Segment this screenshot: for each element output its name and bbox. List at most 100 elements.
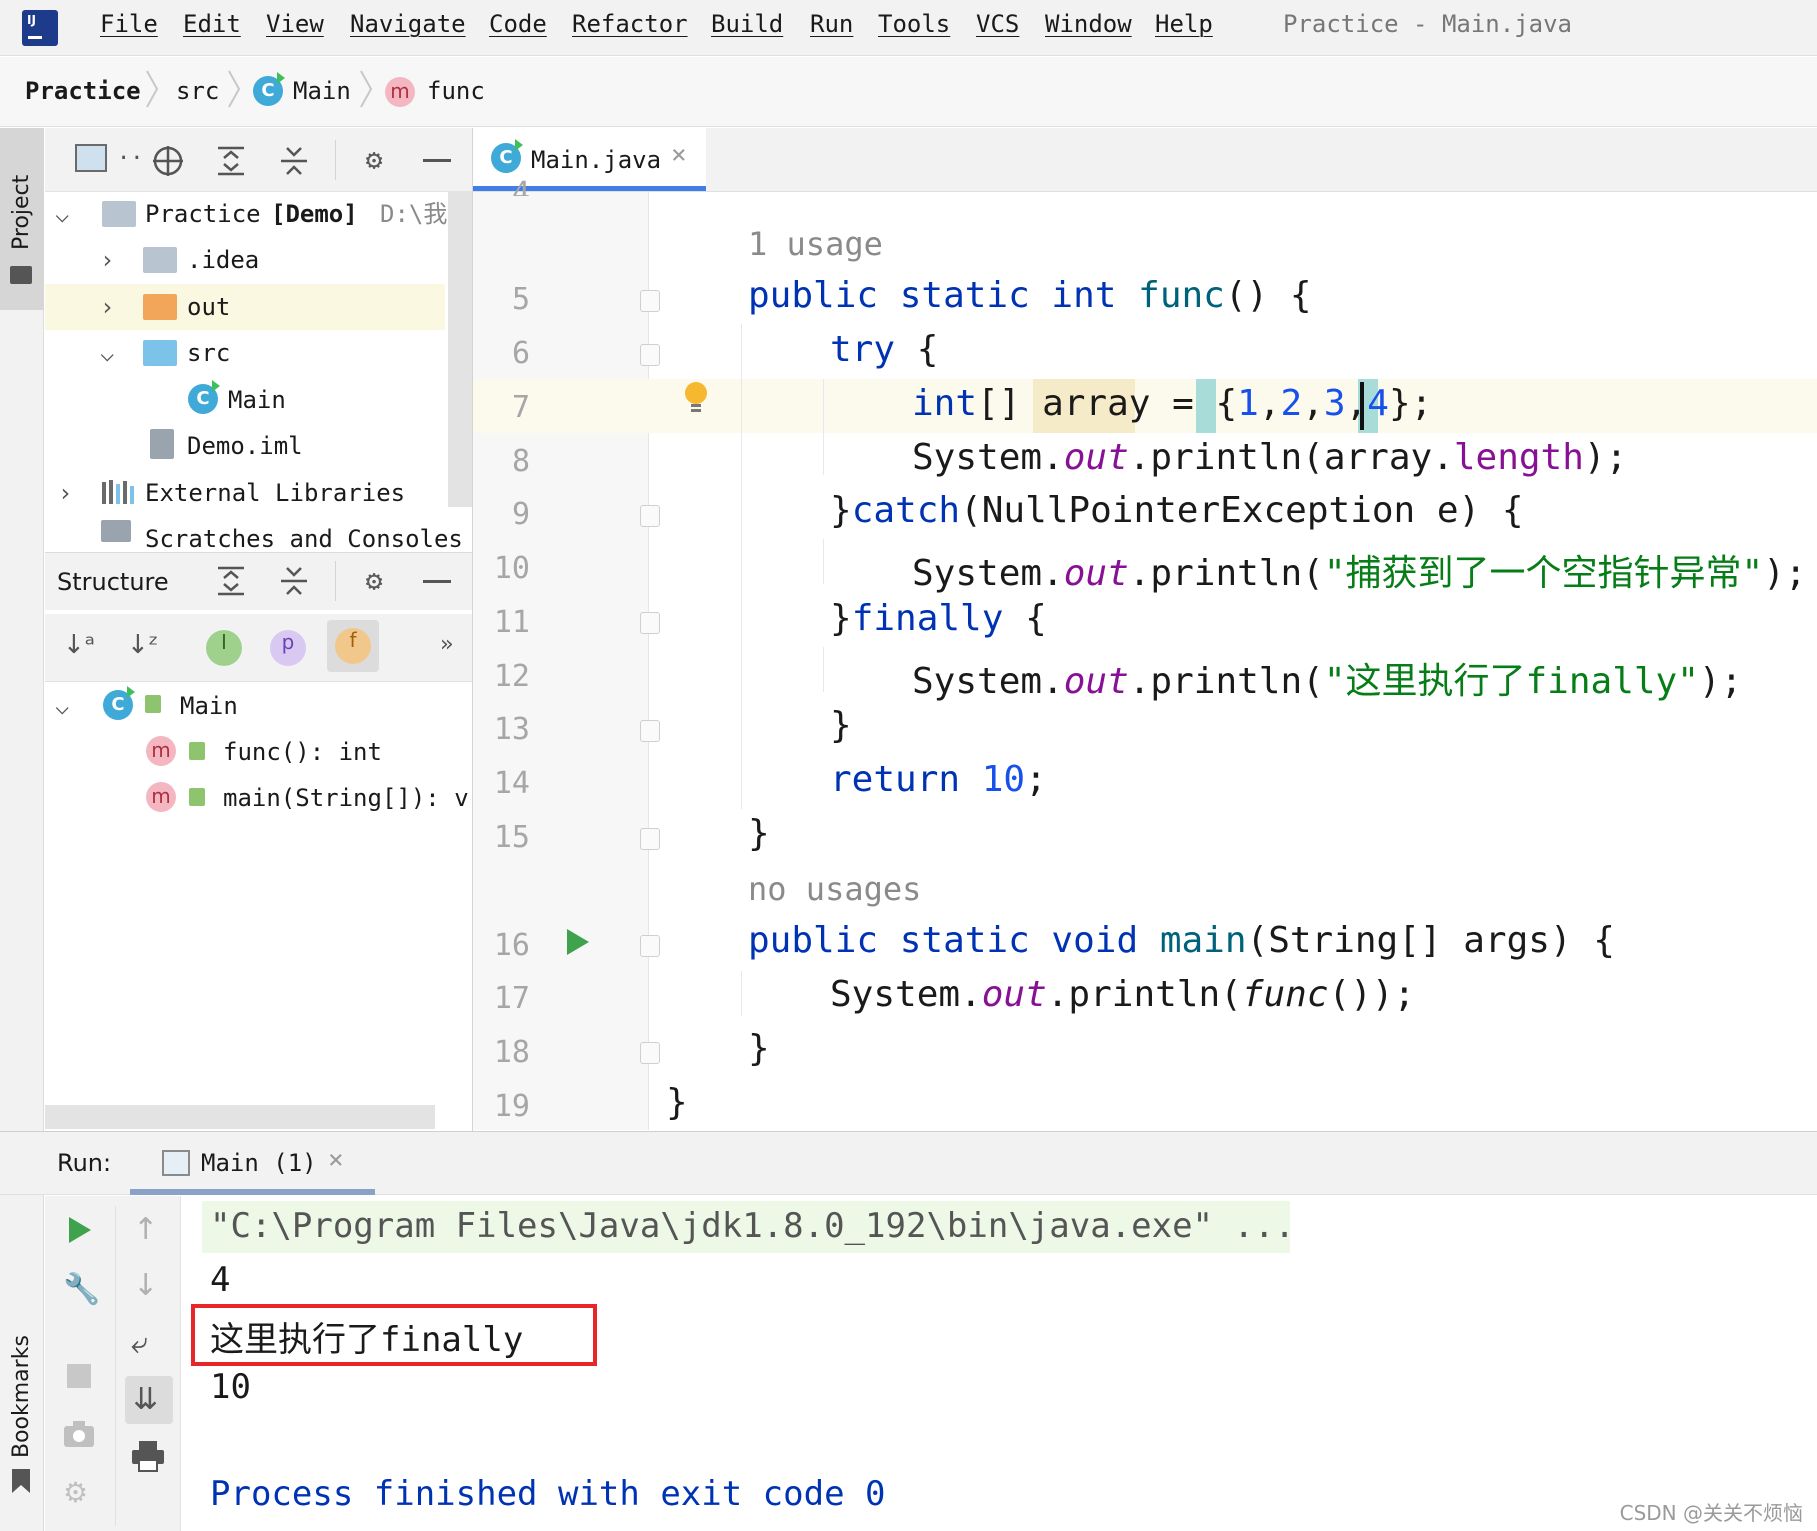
token-text: () { xyxy=(1224,275,1312,316)
project-tool-tab[interactable]: Project xyxy=(0,128,44,310)
tab-close-icon[interactable]: × xyxy=(671,140,687,170)
token-text: .println( xyxy=(1046,974,1242,1015)
tree-item-external-libraries[interactable]: External Libraries xyxy=(145,470,405,516)
structure-root-main[interactable]: Main xyxy=(180,683,238,729)
token-number: 4 xyxy=(1367,383,1389,424)
menu-vcs[interactable]: VCS xyxy=(976,10,1019,38)
chevron-down-icon[interactable]: ⌵ xyxy=(100,330,114,376)
more-chevron-icon[interactable]: » xyxy=(440,632,453,657)
collapse-all-icon[interactable] xyxy=(279,564,309,598)
tree-root-name[interactable]: Practice xyxy=(145,191,261,237)
breadcrumb-project[interactable]: Practice xyxy=(25,77,141,105)
hide-panel-icon[interactable] xyxy=(423,580,451,583)
fold-marker-icon[interactable] xyxy=(640,720,660,742)
run-tab-label[interactable]: Main (1) xyxy=(201,1149,317,1177)
intellij-logo-icon[interactable]: IJ xyxy=(22,10,58,46)
fold-marker-icon[interactable] xyxy=(640,290,660,312)
bookmarks-tool-tab[interactable]: Bookmarks xyxy=(0,1320,44,1500)
up-arrow-icon[interactable]: ↑ xyxy=(133,1212,158,1247)
chevron-right-icon[interactable]: › xyxy=(100,237,114,283)
show-fields-icon[interactable]: f xyxy=(335,628,371,664)
token-text: ); xyxy=(1583,437,1628,478)
token-number: 10 xyxy=(981,759,1026,800)
soft-wrap-icon[interactable]: ⤶ xyxy=(131,1326,148,1361)
menu-code[interactable]: Code xyxy=(489,10,547,38)
show-properties-icon[interactable]: p xyxy=(270,630,306,666)
view-mode-icon[interactable] xyxy=(75,144,107,172)
method-icon: m xyxy=(385,77,415,107)
fold-marker-icon[interactable] xyxy=(640,828,660,850)
chevron-down-icon[interactable]: ⌵ xyxy=(55,683,69,729)
fold-marker-icon[interactable] xyxy=(640,505,660,527)
token-text: ()); xyxy=(1328,974,1416,1015)
menu-build[interactable]: Build xyxy=(711,10,783,38)
structure-scrollbar[interactable] xyxy=(45,1105,435,1129)
rerun-icon[interactable] xyxy=(67,1216,93,1244)
menu-window[interactable]: Window xyxy=(1045,10,1132,38)
code-line-8: System.out.println(array.length); xyxy=(912,437,1627,478)
tree-item-out[interactable]: out xyxy=(187,284,230,330)
print-icon[interactable] xyxy=(131,1440,165,1472)
wrench-icon[interactable]: 🔧 xyxy=(63,1272,100,1307)
fold-marker-icon[interactable] xyxy=(640,935,660,957)
expand-all-icon[interactable] xyxy=(216,144,246,178)
expand-all-icon[interactable] xyxy=(216,564,246,598)
bookmark-icon xyxy=(12,1469,30,1493)
tree-item-practice[interactable]: ⌵ xyxy=(55,191,69,237)
menu-tools[interactable]: Tools xyxy=(878,10,950,38)
camera-icon[interactable] xyxy=(63,1420,95,1448)
run-tab-close-icon[interactable]: × xyxy=(328,1145,344,1175)
chevron-right-icon[interactable]: › xyxy=(58,470,72,516)
hide-panel-icon[interactable] xyxy=(423,159,451,162)
collapse-all-icon[interactable] xyxy=(279,144,309,178)
line-number: 13 xyxy=(493,712,530,747)
breadcrumb-src[interactable]: src xyxy=(176,77,219,105)
settings-gear-icon[interactable]: ⚙ xyxy=(354,561,394,601)
token-text: ); xyxy=(1763,553,1807,594)
menu-file[interactable]: File xyxy=(100,10,158,38)
fold-marker-icon[interactable] xyxy=(640,612,660,634)
stop-icon[interactable] xyxy=(67,1364,91,1388)
breadcrumb-method[interactable]: func xyxy=(427,77,485,105)
line-number: 11 xyxy=(493,605,530,640)
locate-icon[interactable] xyxy=(151,144,185,178)
run-tab-underline xyxy=(130,1189,375,1195)
sort-by-visibility-icon[interactable]: ↓ᵃ xyxy=(63,630,95,660)
bookmarks-tab-label: Bookmarks xyxy=(9,1335,34,1458)
menu-refactor[interactable]: Refactor xyxy=(572,10,688,38)
code-line-11: }finally { xyxy=(830,598,1047,639)
menu-help[interactable]: Help xyxy=(1155,10,1213,38)
menu-view[interactable]: View xyxy=(266,10,324,38)
tree-item-main[interactable]: Main xyxy=(228,377,286,423)
menu-edit[interactable]: Edit xyxy=(183,10,241,38)
tree-item-src[interactable]: src xyxy=(187,330,230,376)
settings-gear-icon[interactable]: ⚙ xyxy=(354,140,394,180)
run-gutter-icon[interactable] xyxy=(565,928,591,956)
fold-marker-icon[interactable] xyxy=(640,344,660,366)
menu-run[interactable]: Run xyxy=(810,10,853,38)
project-scrollbar[interactable] xyxy=(448,192,472,507)
usage-hint[interactable]: 1 usage xyxy=(748,225,883,263)
usage-hint[interactable]: no usages xyxy=(748,870,921,908)
chevron-right-icon[interactable]: › xyxy=(100,284,114,330)
breadcrumb: Practice src C Main m func xyxy=(0,57,1817,127)
down-arrow-icon[interactable]: ↓ xyxy=(133,1268,158,1303)
structure-member-func[interactable]: func(): int xyxy=(223,729,382,775)
code-line-19: } xyxy=(666,1082,688,1123)
breadcrumb-class[interactable]: Main xyxy=(293,77,351,105)
more-dots-icon[interactable]: .. xyxy=(117,140,144,165)
structure-toolbar: ↓ᵃ ↓ᶻ I p f » xyxy=(45,614,472,682)
tree-item-scratches[interactable]: Scratches and Consoles xyxy=(145,516,463,548)
sort-alphabetically-icon[interactable]: ↓ᶻ xyxy=(127,630,158,660)
settings-gear-icon[interactable]: ⚙ xyxy=(63,1476,88,1509)
show-interfaces-icon[interactable]: I xyxy=(206,630,242,666)
breadcrumb-separator-icon xyxy=(146,70,159,108)
structure-member-main[interactable]: main(String[]): vc xyxy=(223,775,471,821)
lightbulb-icon[interactable] xyxy=(682,380,710,416)
watermark: CSDN @关关不烦恼 xyxy=(1619,1501,1803,1525)
tree-item-demo-iml[interactable]: Demo.iml xyxy=(187,423,303,469)
fold-marker-icon[interactable] xyxy=(640,1042,660,1064)
menu-navigate[interactable]: Navigate xyxy=(350,10,466,38)
token-text: System. xyxy=(912,437,1064,478)
tree-item-idea[interactable]: .idea xyxy=(187,237,259,283)
